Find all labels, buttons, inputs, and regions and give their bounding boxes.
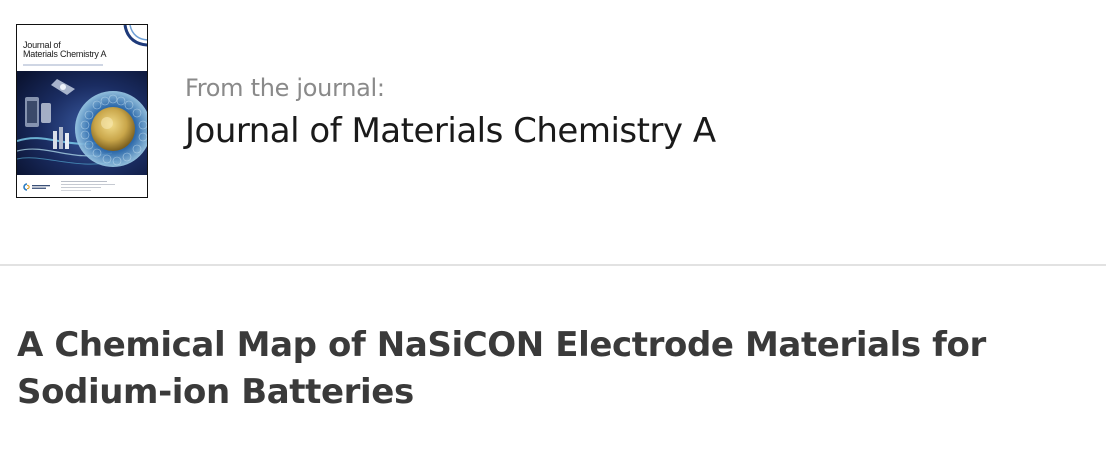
journal-meta: From the journal: Journal of Materials C… bbox=[185, 72, 1085, 154]
journal-name-link[interactable]: Journal of Materials Chemistry A bbox=[185, 108, 1085, 154]
cover-artwork bbox=[17, 71, 147, 175]
section-divider bbox=[0, 264, 1106, 266]
cover-title: Journal of Materials Chemistry A bbox=[23, 41, 133, 59]
page: Journal of Materials Chemistry A From th… bbox=[0, 0, 1106, 450]
rsc-logo-icon bbox=[23, 183, 50, 191]
cover-subtitle-line bbox=[23, 64, 103, 66]
article-title: A Chemical Map of NaSiCON Electrode Mate… bbox=[17, 325, 986, 412]
from-journal-label: From the journal: bbox=[185, 74, 385, 102]
cover-footer-text-lines bbox=[61, 181, 115, 191]
cover-footer bbox=[23, 179, 143, 193]
journal-header: Journal of Materials Chemistry A From th… bbox=[0, 0, 1106, 264]
cover-title-line2: Materials Chemistry A bbox=[23, 49, 107, 59]
journal-cover-image[interactable]: Journal of Materials Chemistry A bbox=[16, 24, 148, 198]
